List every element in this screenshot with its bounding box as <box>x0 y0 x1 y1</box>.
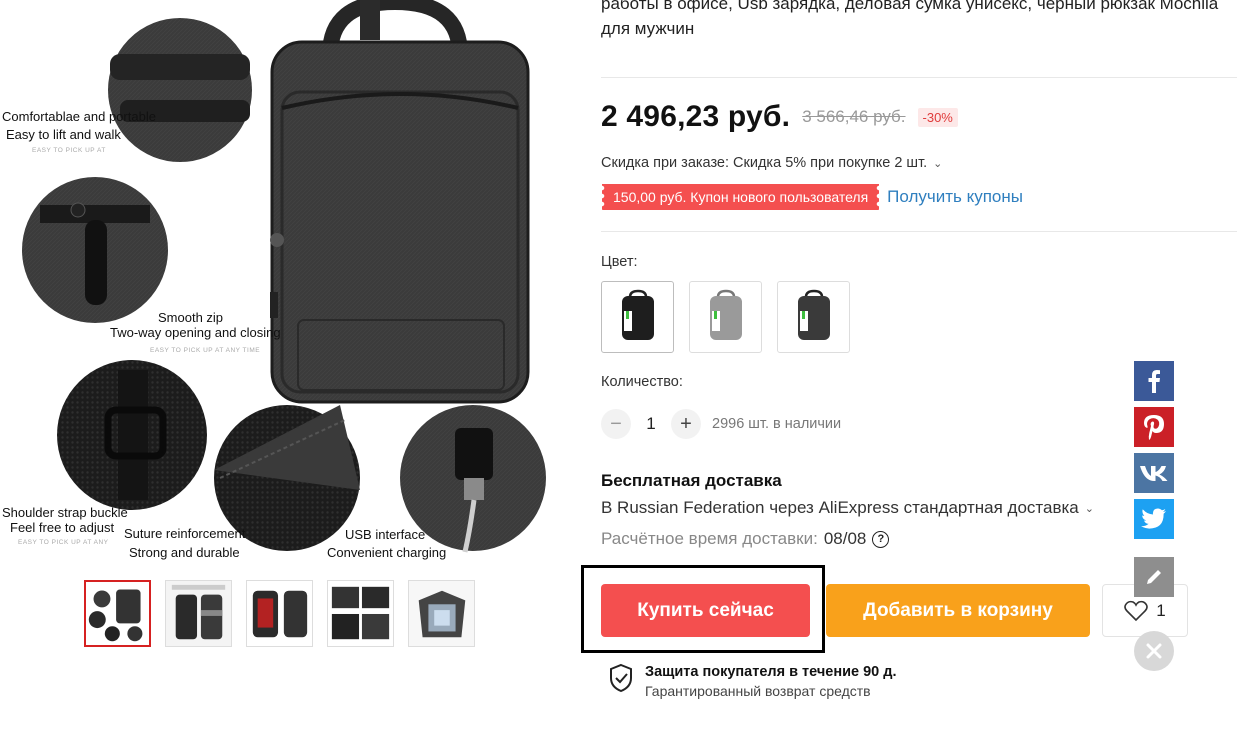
detail-handle <box>106 16 254 164</box>
thumbnail-5[interactable] <box>408 580 475 647</box>
edit-button[interactable] <box>1134 557 1174 597</box>
backpack-black-icon <box>621 289 654 340</box>
quantity-stepper: − 1 + 2996 шт. в наличии <box>601 409 841 439</box>
shipping-method-text: В Russian Federation через AliExpress ст… <box>601 498 1079 517</box>
decrease-quantity-button[interactable]: − <box>601 409 631 439</box>
color-label: Цвет: <box>601 254 638 270</box>
wishlist-count: 1 <box>1156 600 1166 620</box>
backpack-dark-grey-icon <box>797 289 830 340</box>
caption-zip-2: Two-way opening and closing <box>110 325 281 340</box>
chevron-down-icon: ⌄ <box>933 157 943 170</box>
thumbnail-1[interactable] <box>84 580 151 647</box>
share-vk[interactable] <box>1134 453 1174 493</box>
backpack-detail-thumbnail <box>86 582 149 645</box>
divider <box>601 231 1237 232</box>
caption-handle-2: Easy to lift and walk <box>6 127 121 142</box>
share-facebook[interactable] <box>1134 361 1174 401</box>
backpack-illustration <box>270 0 530 404</box>
bulk-discount-text: Скидка при заказе: Скидка 5% при покупке… <box>601 155 928 171</box>
old-price: 3 566,46 руб. <box>802 107 906 126</box>
coupon-row: 150,00 руб. Купон нового пользователя По… <box>602 184 1023 210</box>
eta-label: Расчётное время доставки: <box>601 529 818 548</box>
discount-badge: -30% <box>917 107 958 127</box>
caption-buckle-small: EASY TO PICK UP AT ANY <box>18 539 109 546</box>
caption-handle-1: Comfortablae and portable <box>2 109 156 124</box>
share-twitter[interactable] <box>1134 499 1174 539</box>
eta-value: 08/08 <box>823 529 867 548</box>
current-price: 2 496,23 руб. <box>601 100 791 133</box>
pencil-icon <box>1147 570 1161 584</box>
protection-title: Защита покупателя в течение 90 д. <box>645 664 897 680</box>
caption-buckle-2: Feel free to adjust <box>10 520 114 535</box>
color-option-grey[interactable] <box>689 281 762 353</box>
buyer-protection: Защита покупателя в течение 90 д. Гарант… <box>608 663 897 701</box>
pinterest-icon <box>1144 415 1164 440</box>
shipping-title: Бесплатная доставка <box>601 471 782 490</box>
thumbnail-4[interactable] <box>327 580 394 647</box>
color-option-black[interactable] <box>601 281 674 353</box>
get-coupons-link[interactable]: Получить купоны <box>887 187 1023 207</box>
color-option-dark-grey[interactable] <box>777 281 850 353</box>
quantity-value[interactable]: 1 <box>631 414 671 434</box>
caption-suture-1: Suture reinforcement <box>124 526 246 541</box>
divider <box>601 77 1237 78</box>
thumbnail-3[interactable] <box>246 580 313 647</box>
caption-suture-2: Strong and durable <box>129 545 240 560</box>
caption-zip-1: Smooth zip <box>158 310 223 325</box>
backpack-features-thumbnail <box>166 581 231 646</box>
twitter-icon <box>1141 508 1166 529</box>
backpack-open-thumbnail <box>409 581 474 646</box>
thumbnail-strip <box>84 580 475 647</box>
backpack-grey-icon <box>709 289 742 340</box>
quantity-label: Количество: <box>601 374 683 390</box>
increase-quantity-button[interactable]: + <box>671 409 701 439</box>
main-product-image[interactable]: Comfortablae and portable Easy to lift a… <box>0 0 562 562</box>
stock-count: 2996 шт. в наличии <box>712 416 842 432</box>
product-title: работы в офисе, Usb зарядка, деловая сум… <box>601 0 1219 38</box>
shipping-method[interactable]: В Russian Federation через AliExpress ст… <box>601 498 1094 518</box>
protection-subtitle: Гарантированный возврат средств <box>645 683 871 699</box>
delivery-estimate: Расчётное время доставки: 08/08 ? <box>601 529 890 549</box>
caption-usb-1: USB interface <box>345 527 425 542</box>
share-pinterest[interactable] <box>1134 407 1174 447</box>
bulk-discount[interactable]: Скидка при заказе: Скидка 5% при покупке… <box>601 155 942 171</box>
caption-buckle-1: Shoulder strap buckle <box>2 505 128 520</box>
backpack-pockets-thumbnail <box>328 581 393 646</box>
heart-icon <box>1124 600 1149 621</box>
backpack-red-lining-thumbnail <box>247 581 312 646</box>
detail-zipper <box>22 177 168 323</box>
price-block: 2 496,23 руб. 3 566,46 руб. -30% <box>601 100 958 134</box>
close-icon <box>1146 643 1162 659</box>
share-bar <box>1134 361 1174 539</box>
facebook-icon <box>1148 370 1160 393</box>
caption-usb-2: Convenient charging <box>327 545 446 560</box>
caption-handle-small: EASY TO PICK UP AT <box>32 147 106 154</box>
help-icon[interactable]: ? <box>872 530 890 548</box>
vk-icon <box>1140 466 1168 481</box>
add-to-cart-button[interactable]: Добавить в корзину <box>826 584 1090 637</box>
chevron-down-icon: ⌄ <box>1084 502 1094 515</box>
color-options <box>601 281 850 353</box>
caption-zip-small: EASY TO PICK UP AT ANY TIME <box>150 347 260 354</box>
buy-now-button[interactable]: Купить сейчас <box>601 584 810 637</box>
new-user-coupon[interactable]: 150,00 руб. Купон нового пользователя <box>602 184 880 210</box>
close-button[interactable] <box>1134 631 1174 671</box>
shield-check-icon <box>610 663 632 693</box>
detail-buckle <box>57 360 207 510</box>
thumbnail-2[interactable] <box>165 580 232 647</box>
